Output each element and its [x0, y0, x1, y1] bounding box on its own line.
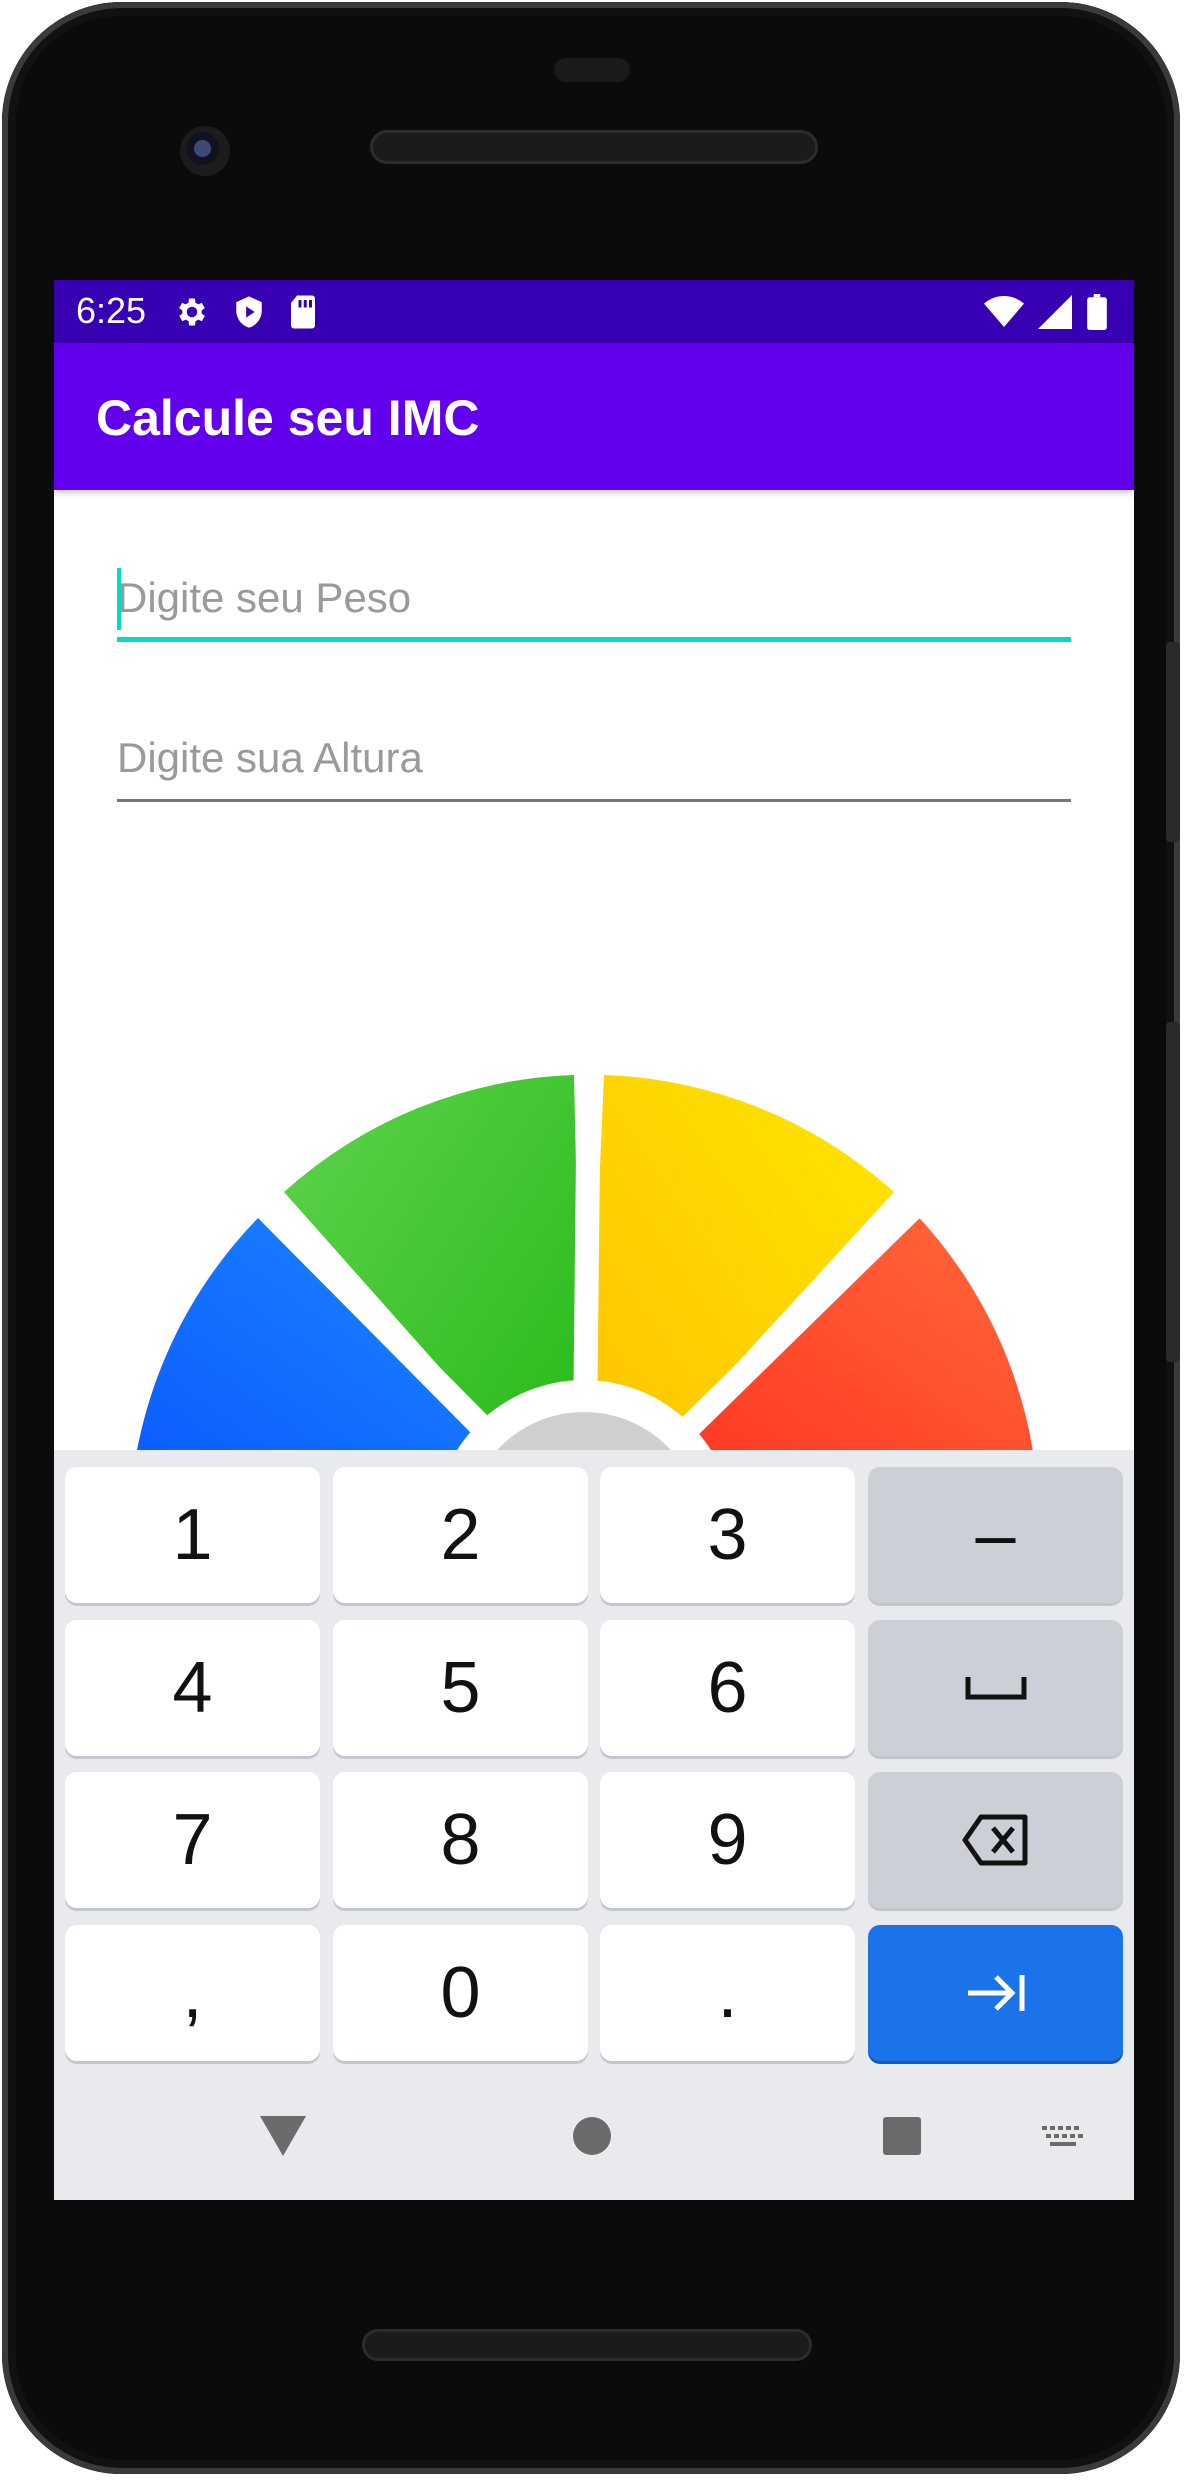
- home-circle-icon: [573, 2117, 611, 2155]
- key-0[interactable]: 0: [333, 1925, 588, 2061]
- sd-card-icon: [291, 295, 315, 329]
- settings-gear-icon: [179, 298, 205, 326]
- keyboard-icon: [1042, 2126, 1083, 2146]
- key-7[interactable]: 7: [65, 1772, 320, 1908]
- front-camera-icon: [180, 126, 230, 176]
- backspace-icon: [962, 1814, 1027, 1866]
- key-2[interactable]: 2: [333, 1467, 588, 1603]
- numeric-keyboard: 1 2 3 – 4 5 6 7 8 9 , 0 .: [54, 1450, 1134, 2200]
- key-period[interactable]: .: [600, 1925, 855, 2061]
- key-space[interactable]: [868, 1620, 1123, 1756]
- imc-gauge: [137, 1059, 1033, 1450]
- key-4[interactable]: 4: [65, 1620, 320, 1756]
- key-3[interactable]: 3: [600, 1467, 855, 1603]
- navigation-bar: [54, 2084, 1134, 2200]
- key-5[interactable]: 5: [333, 1620, 588, 1756]
- key-9[interactable]: 9: [600, 1772, 855, 1908]
- shield-play-icon: [236, 296, 262, 328]
- phone-frame: 6:25 Calcule seu IMC Digite seu Peso Dig…: [2, 2, 1180, 2474]
- status-time: 6:25: [76, 290, 147, 331]
- app-title: Calcule seu IMC: [96, 390, 480, 446]
- power-button: [1166, 642, 1180, 842]
- peso-input[interactable]: [117, 562, 1071, 634]
- space-icon: [965, 1677, 1026, 1700]
- recents-button[interactable]: [882, 2114, 922, 2158]
- tab-next-icon: [967, 1975, 1024, 2011]
- proximity-sensor: [554, 58, 630, 82]
- wifi-icon: [984, 296, 1024, 327]
- key-next[interactable]: [868, 1925, 1123, 2061]
- text-cursor: [117, 568, 121, 630]
- signal-icon: [1038, 295, 1072, 329]
- back-triangle-icon: [260, 2116, 306, 2156]
- home-button[interactable]: [572, 2114, 612, 2158]
- back-button[interactable]: [258, 2114, 308, 2158]
- altura-input[interactable]: [117, 722, 1071, 794]
- key-comma[interactable]: ,: [65, 1925, 320, 2061]
- battery-icon: [1087, 294, 1107, 330]
- app-bar: Calcule seu IMC: [54, 343, 1134, 490]
- earpiece-speaker: [370, 130, 818, 164]
- key-backspace[interactable]: [868, 1772, 1123, 1908]
- key-8[interactable]: 8: [333, 1772, 588, 1908]
- volume-button: [1166, 1022, 1180, 1362]
- bottom-speaker: [362, 2329, 812, 2361]
- key-1[interactable]: 1: [65, 1467, 320, 1603]
- key-6[interactable]: 6: [600, 1620, 855, 1756]
- altura-underline: [117, 799, 1071, 802]
- keyboard-switch-button[interactable]: [1040, 2114, 1086, 2158]
- peso-underline: [117, 637, 1071, 642]
- peso-field[interactable]: [117, 562, 1071, 642]
- status-bar: 6:25: [54, 280, 1134, 343]
- altura-field[interactable]: [117, 722, 1071, 802]
- key-minus[interactable]: –: [868, 1467, 1123, 1603]
- screen: 6:25 Calcule seu IMC Digite seu Peso Dig…: [54, 280, 1134, 2200]
- recents-square-icon: [883, 2117, 921, 2155]
